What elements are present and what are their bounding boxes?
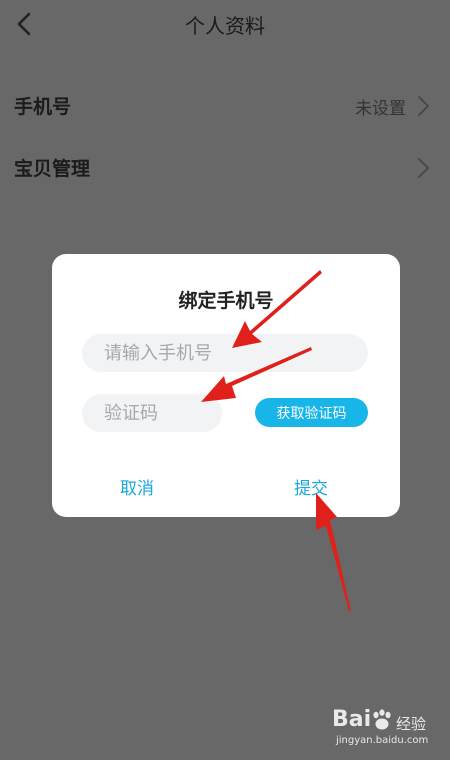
phone-input[interactable]: [82, 334, 368, 372]
watermark-sub: 经验: [396, 715, 427, 733]
get-code-button[interactable]: 获取验证码: [255, 398, 368, 427]
verification-code-input[interactable]: [82, 394, 222, 432]
phone-row-label: 手机号: [14, 96, 72, 118]
bind-phone-dialog: 绑定手机号 获取验证码 取消 提交: [52, 254, 400, 517]
watermark-url: jingyan.baidu.com: [336, 735, 429, 746]
baidu-jingyan-watermark: Bai 经验 jingyan.baidu.com: [322, 705, 440, 755]
header-bar: 个人资料: [0, 0, 450, 48]
phone-row[interactable]: 手机号 未设置: [0, 80, 450, 130]
baby-manage-row-label: 宝贝管理: [14, 158, 91, 180]
dialog-title: 绑定手机号: [178, 290, 274, 312]
chevron-right-icon: [418, 158, 429, 178]
watermark-brand: Bai: [332, 707, 372, 732]
cancel-button[interactable]: 取消: [120, 474, 154, 499]
paw-logo-icon: [373, 709, 391, 730]
baby-manage-row[interactable]: 宝贝管理: [0, 142, 450, 192]
page-title: 个人资料: [185, 14, 265, 38]
submit-button[interactable]: 提交: [294, 474, 328, 499]
phone-row-value: 未设置: [355, 99, 406, 119]
chevron-right-icon: [418, 96, 429, 116]
